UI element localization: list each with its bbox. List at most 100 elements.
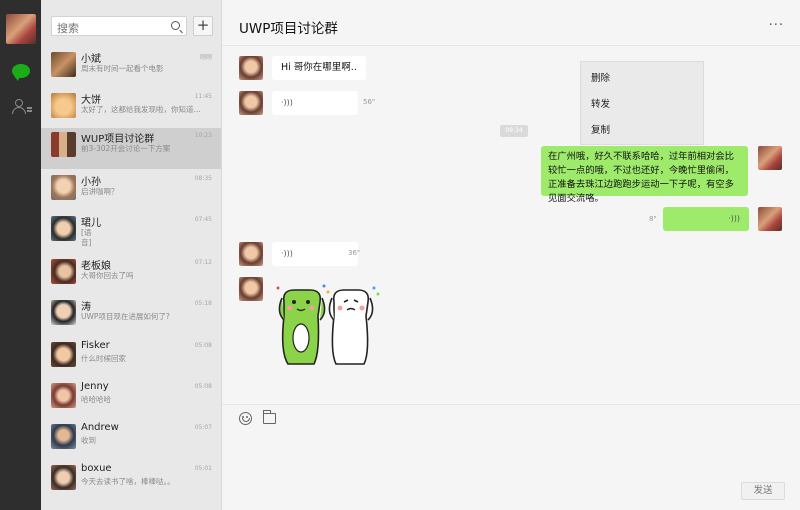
avatar	[51, 424, 76, 449]
search-icon[interactable]	[171, 21, 180, 30]
conversation-preview: 哈哈哈哈	[81, 395, 111, 404]
conversation-time: 05:07	[194, 424, 212, 431]
voice-duration: 8"	[649, 215, 657, 223]
add-button[interactable]: +	[193, 16, 213, 36]
more-button[interactable]: ···	[769, 18, 784, 33]
voice-message[interactable]: ·)))	[663, 207, 749, 231]
menu-item-delete[interactable]: 删除	[581, 66, 705, 92]
conversation-preview: 收到	[81, 436, 96, 445]
avatar	[51, 93, 76, 118]
conversation-time: 11:45	[194, 93, 212, 100]
conversation-name: Andrew	[81, 422, 119, 433]
avatar	[51, 132, 76, 157]
avatar[interactable]	[239, 277, 263, 301]
conversation-item[interactable]: 大饼 太好了，这都给我发现啦，你知道... 11:45	[41, 89, 221, 130]
conversation-preview: 今天去读书了啥，棒棒哒。。	[81, 477, 175, 486]
emoji-icon[interactable]	[239, 412, 252, 425]
conversation-preview: 大哥你回去了吗	[81, 271, 134, 280]
conversation-item[interactable]: 小斌 周末有时间一起看个电影 刚刚	[41, 48, 221, 89]
chat-nav-button[interactable]	[0, 56, 41, 86]
conversation-item[interactable]: 老板娘 大哥你回去了吗 07:12	[41, 255, 221, 296]
conversation-time: 05:08	[194, 342, 212, 349]
conversation-preview: 什么时候回家	[81, 354, 126, 363]
avatar[interactable]	[239, 91, 263, 115]
conversation-preview: 前3-302开会讨论一下方案	[81, 144, 171, 153]
conversation-name: 小孙	[81, 177, 101, 188]
conversation-time: 05:08	[194, 383, 212, 390]
white-dog-sticker	[328, 289, 374, 365]
chat-title: UWP项目讨论群	[239, 21, 338, 37]
conversation-preview: 周末有时间一起看个电影	[81, 64, 164, 73]
avatar	[51, 259, 76, 284]
voice-duration: 36"	[348, 249, 361, 257]
menu-item-forward[interactable]: 转发	[581, 92, 705, 118]
conversation-time: 05:18	[194, 300, 212, 307]
timestamp: 09:34	[500, 125, 528, 137]
voice-message[interactable]: ·)))	[272, 91, 358, 115]
folder-icon[interactable]	[263, 410, 276, 424]
sticker-image[interactable]	[274, 282, 384, 372]
voice-duration: 56"	[363, 98, 376, 106]
conversation-name: 涛	[81, 302, 91, 313]
sidebar-rail	[0, 0, 41, 510]
conversation-name: WUP项目讨论群	[81, 134, 155, 145]
search-input[interactable]	[52, 19, 162, 38]
conversation-time: 07:12	[194, 259, 212, 266]
conversation-item[interactable]: Andrew 收到 05:07	[41, 420, 221, 461]
conversation-list: + 小斌 周末有时间一起看个电影 刚刚 大饼 太好了，这都给我发现啦，你知道..…	[41, 0, 222, 510]
voice-message[interactable]: ·)))	[272, 242, 358, 266]
conversation-item[interactable]: 小孙 启讲咖啊？ 08:35	[41, 171, 221, 212]
avatar[interactable]	[758, 146, 782, 170]
conversation-name: Jenny	[81, 381, 109, 392]
avatar	[51, 175, 76, 200]
search-bar: +	[51, 16, 221, 38]
message-bubble[interactable]: Hi 哥你在哪里啊..	[272, 56, 366, 80]
conversation-name: boxue	[81, 463, 112, 474]
green-dog-sticker	[278, 289, 326, 365]
conversation-time: 07:45	[194, 216, 212, 223]
conversation-preview: 启讲咖啊？	[81, 187, 119, 196]
search-box[interactable]	[51, 16, 187, 38]
avatar	[51, 52, 76, 77]
avatar	[51, 216, 76, 241]
avatar	[51, 383, 76, 408]
message-input[interactable]	[222, 432, 800, 477]
conversation-name: 大饼	[81, 95, 101, 106]
conversation-item[interactable]: boxue 今天去读书了啥，棒棒哒。。 05:01	[41, 461, 221, 502]
avatar	[51, 300, 76, 325]
conversation-time: 10:23	[194, 132, 212, 139]
voice-icon: ·)))	[281, 98, 293, 107]
user-avatar[interactable]	[6, 14, 36, 44]
avatar	[51, 465, 76, 490]
divider	[222, 45, 800, 46]
conversation-name: 小斌	[81, 54, 101, 65]
conversation-time: 08:35	[194, 175, 212, 182]
conversation-time: 刚刚	[199, 54, 212, 61]
avatar	[51, 342, 76, 367]
message-bubble[interactable]: 在广州哦，好久不联系哈哈，过年前相对会比较忙一点的哦，不过也还好，今晚忙里偷闲，…	[541, 146, 748, 204]
conversation-preview: 太好了，这都给我发现啦，你知道...	[81, 105, 201, 114]
divider	[222, 404, 800, 405]
voice-icon: ·)))	[728, 214, 740, 223]
conversation-preview: UWP项目现在进展如何了?	[81, 312, 170, 321]
contacts-icon	[11, 99, 32, 115]
conversation-time: 05:01	[194, 465, 212, 472]
avatar[interactable]	[239, 56, 263, 80]
voice-icon: ·)))	[281, 249, 293, 258]
conversation-item[interactable]: 涛 UWP项目现在进展如何了? 05:18	[41, 296, 221, 337]
chat-panel: UWP项目讨论群 ··· Hi 哥你在哪里啊.. ·))) 56" 09:34 …	[222, 0, 800, 510]
avatar[interactable]	[758, 207, 782, 231]
conversation-item[interactable]: Jenny 哈哈哈哈 05:08	[41, 379, 221, 420]
conversation-item[interactable]: 珺儿 [语 音] 07:45	[41, 212, 221, 253]
avatar[interactable]	[239, 242, 263, 266]
contacts-nav-button[interactable]	[0, 92, 41, 122]
conversation-preview: [语 音]	[81, 228, 92, 247]
send-button[interactable]: 发送	[741, 482, 785, 500]
context-menu: 删除 转发 复制	[580, 61, 704, 145]
conversation-name: Fisker	[81, 340, 110, 351]
conversation-name: 老板娘	[81, 261, 111, 272]
conversation-item[interactable]: WUP项目讨论群 前3-302开会讨论一下方案 10:23	[41, 128, 221, 169]
menu-item-copy[interactable]: 复制	[581, 118, 705, 144]
conversation-item[interactable]: Fisker 什么时候回家 05:08	[41, 338, 221, 379]
conversation-name: 珺儿	[81, 218, 101, 229]
